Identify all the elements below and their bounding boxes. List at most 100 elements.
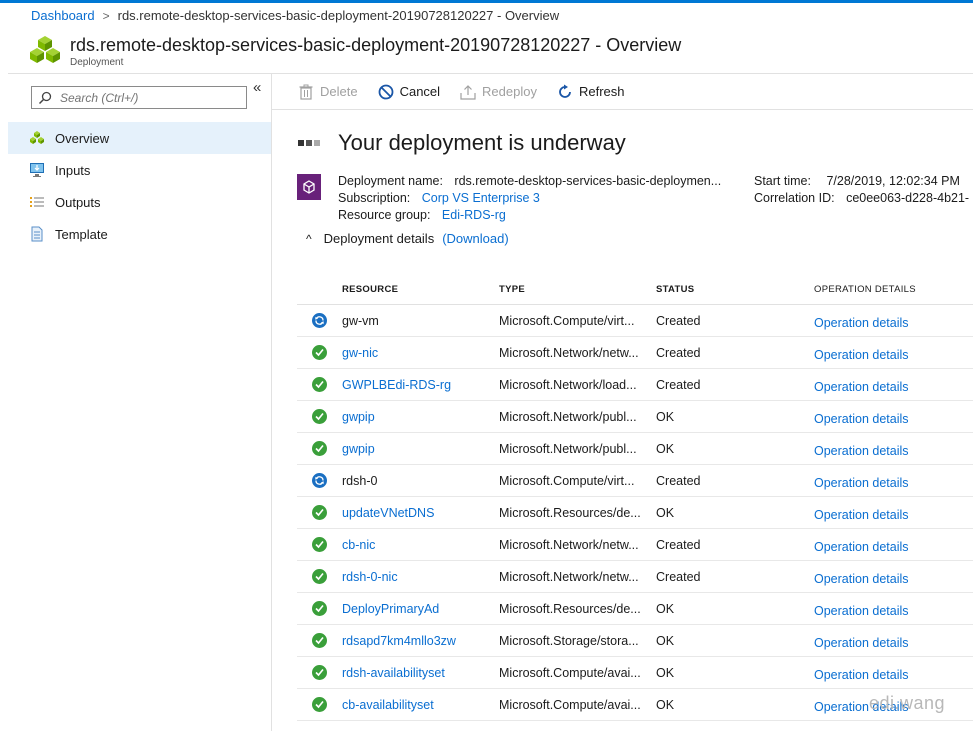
deployment-info: Deployment name: rds.remote-desktop-serv… <box>297 172 973 232</box>
resource-status: OK <box>656 441 675 456</box>
resource-name[interactable]: cb-nic <box>342 538 499 552</box>
operation-details-link[interactable]: Operation details <box>814 568 973 586</box>
refresh-button[interactable]: Refresh <box>557 84 625 100</box>
resource-name[interactable]: rdsapd7km4mllo3zw <box>342 634 499 648</box>
search-input[interactable] <box>60 90 230 105</box>
resource-type: Microsoft.Compute/virt... <box>499 473 635 488</box>
table-header: RESOURCE TYPE STATUS OPERATION DETAILS <box>297 275 973 305</box>
sidebar-search[interactable] <box>31 86 247 109</box>
deployment-cube-icon <box>297 174 321 200</box>
download-link[interactable]: (Download) <box>442 231 508 246</box>
resource-type: Microsoft.Network/netw... <box>499 345 639 360</box>
start-time-label: Start time: <box>754 174 811 188</box>
correlation-id-value: ce0ee063-d228-4b21- <box>846 191 970 205</box>
operation-details-link[interactable]: Operation details <box>814 536 973 554</box>
sidebar-item-outputs[interactable]: Outputs <box>8 186 271 218</box>
operation-details-link[interactable]: Operation details <box>814 440 973 458</box>
resource-type: Microsoft.Network/publ... <box>499 409 637 424</box>
inputs-monitor-icon <box>30 163 44 177</box>
operation-details-link[interactable]: Operation details <box>814 504 973 522</box>
resource-type: Microsoft.Network/publ... <box>499 441 637 456</box>
watermark: edi.wang <box>869 693 946 713</box>
cancel-icon <box>378 84 393 99</box>
operation-details-link[interactable]: Operation details <box>814 376 973 394</box>
succeeded-check-icon <box>312 505 327 520</box>
resource-name[interactable]: updateVNetDNS <box>342 506 499 520</box>
left-nav: « Overview Inputs <box>8 74 272 731</box>
subscription-link[interactable]: Corp VS Enterprise 3 <box>422 191 540 205</box>
operation-details-link[interactable]: Operation details <box>814 312 973 330</box>
breadcrumb-dashboard-link[interactable]: Dashboard <box>31 8 95 23</box>
column-header-operation: OPERATION DETAILS <box>814 284 916 295</box>
resource-group-link[interactable]: Edi-RDS-rg <box>442 208 506 222</box>
cancel-button[interactable]: Cancel <box>378 84 440 100</box>
resource-name[interactable]: rdsh-availabilityset <box>342 666 499 680</box>
sidebar-item-label: Inputs <box>55 162 91 178</box>
resource-name[interactable]: cb-availabilityset <box>342 698 499 712</box>
resource-status: OK <box>656 665 675 680</box>
resource-name[interactable]: gwpip <box>342 410 499 424</box>
operation-details-link[interactable]: Operation details <box>814 344 973 362</box>
table-row: rdsh-availabilityset Microsoft.Compute/av… <box>297 657 973 689</box>
redeploy-label: Redeploy <box>482 84 537 99</box>
chevron-up-icon: ^ <box>306 231 312 246</box>
succeeded-check-icon <box>312 441 327 456</box>
resource-group-label: Resource group: <box>338 208 431 222</box>
column-header-status: STATUS <box>656 284 695 295</box>
resource-name[interactable]: GWPLBEdi-RDS-rg <box>342 378 499 392</box>
status-title: Your deployment is underway <box>338 130 626 155</box>
resource-status: OK <box>656 601 675 616</box>
redeploy-button[interactable]: Redeploy <box>460 84 537 100</box>
column-header-resource: RESOURCE <box>342 284 399 295</box>
resource-type: Microsoft.Compute/avai... <box>499 665 641 680</box>
breadcrumb: Dashboard > rds.remote-desktop-services-… <box>31 8 559 23</box>
subscription-label: Subscription: <box>338 191 411 205</box>
operation-details-link[interactable]: Operation details <box>814 632 973 650</box>
resource-type: Microsoft.Resources/de... <box>499 505 641 520</box>
top-accent-bar <box>0 0 973 3</box>
table-row: gwpip Microsoft.Network/publ... OK Operatio… <box>297 401 973 433</box>
operation-details-link[interactable]: Operation details <box>814 408 973 426</box>
deployment-status: Your deployment is underway <box>298 130 626 156</box>
resource-name[interactable]: DeployPrimaryAd <box>342 602 499 616</box>
command-toolbar: Delete Cancel Redeploy Refresh <box>272 74 973 110</box>
correlation-id-label: Correlation ID: <box>754 191 835 205</box>
trash-icon <box>299 84 313 100</box>
resource-name: gw-vm <box>342 313 379 328</box>
operation-details-link[interactable]: Operation details <box>814 472 973 490</box>
sidebar-menu: Overview Inputs Outputs Template <box>8 122 271 250</box>
table-row: gwpip Microsoft.Network/publ... OK Operatio… <box>297 433 973 465</box>
sidebar-item-template[interactable]: Template <box>8 218 271 250</box>
resource-name[interactable]: rdsh-0-nic <box>342 570 499 584</box>
resource-status: OK <box>656 505 675 520</box>
refresh-icon <box>559 84 571 98</box>
start-time-value: 7/28/2019, 12:02:34 PM <box>826 174 960 188</box>
sidebar-item-label: Overview <box>55 130 110 146</box>
deployment-name-value: rds.remote-desktop-services-basic-deploy… <box>454 174 722 188</box>
delete-button[interactable]: Delete <box>298 84 358 100</box>
deployment-resources-table: RESOURCE TYPE STATUS OPERATION DETAILS g… <box>297 275 973 721</box>
table-row: rdsh-0-nic Microsoft.Network/netw... Creat… <box>297 561 973 593</box>
resource-name[interactable]: gwpip <box>342 442 499 456</box>
succeeded-check-icon <box>312 633 327 648</box>
resource-type: Microsoft.Resources/de... <box>499 601 641 616</box>
operation-details-link[interactable]: Operation details <box>814 664 973 682</box>
resource-status: Created <box>656 313 701 328</box>
sidebar-item-overview[interactable]: Overview <box>8 122 271 154</box>
succeeded-check-icon <box>312 537 327 552</box>
table-row: DeployPrimaryAd Microsoft.Resources/de...… <box>297 593 973 625</box>
deployment-details-toggle[interactable]: ^ Deployment details (Download) <box>306 231 509 246</box>
resource-status: OK <box>656 697 675 712</box>
deployment-cubes-icon <box>30 36 60 63</box>
sidebar-item-inputs[interactable]: Inputs <box>8 154 271 186</box>
page-title: rds.remote-desktop-services-basic-deploy… <box>70 35 682 55</box>
page-subtitle: Deployment <box>70 57 124 68</box>
operation-details-link[interactable]: Operation details <box>814 600 973 618</box>
resource-status: Created <box>656 345 701 360</box>
collapse-sidebar-button[interactable]: « <box>253 79 261 96</box>
resource-status: OK <box>656 633 675 648</box>
succeeded-check-icon <box>312 601 327 616</box>
template-document-icon <box>31 226 43 242</box>
cancel-label: Cancel <box>399 84 441 99</box>
resource-name[interactable]: gw-nic <box>342 346 499 360</box>
